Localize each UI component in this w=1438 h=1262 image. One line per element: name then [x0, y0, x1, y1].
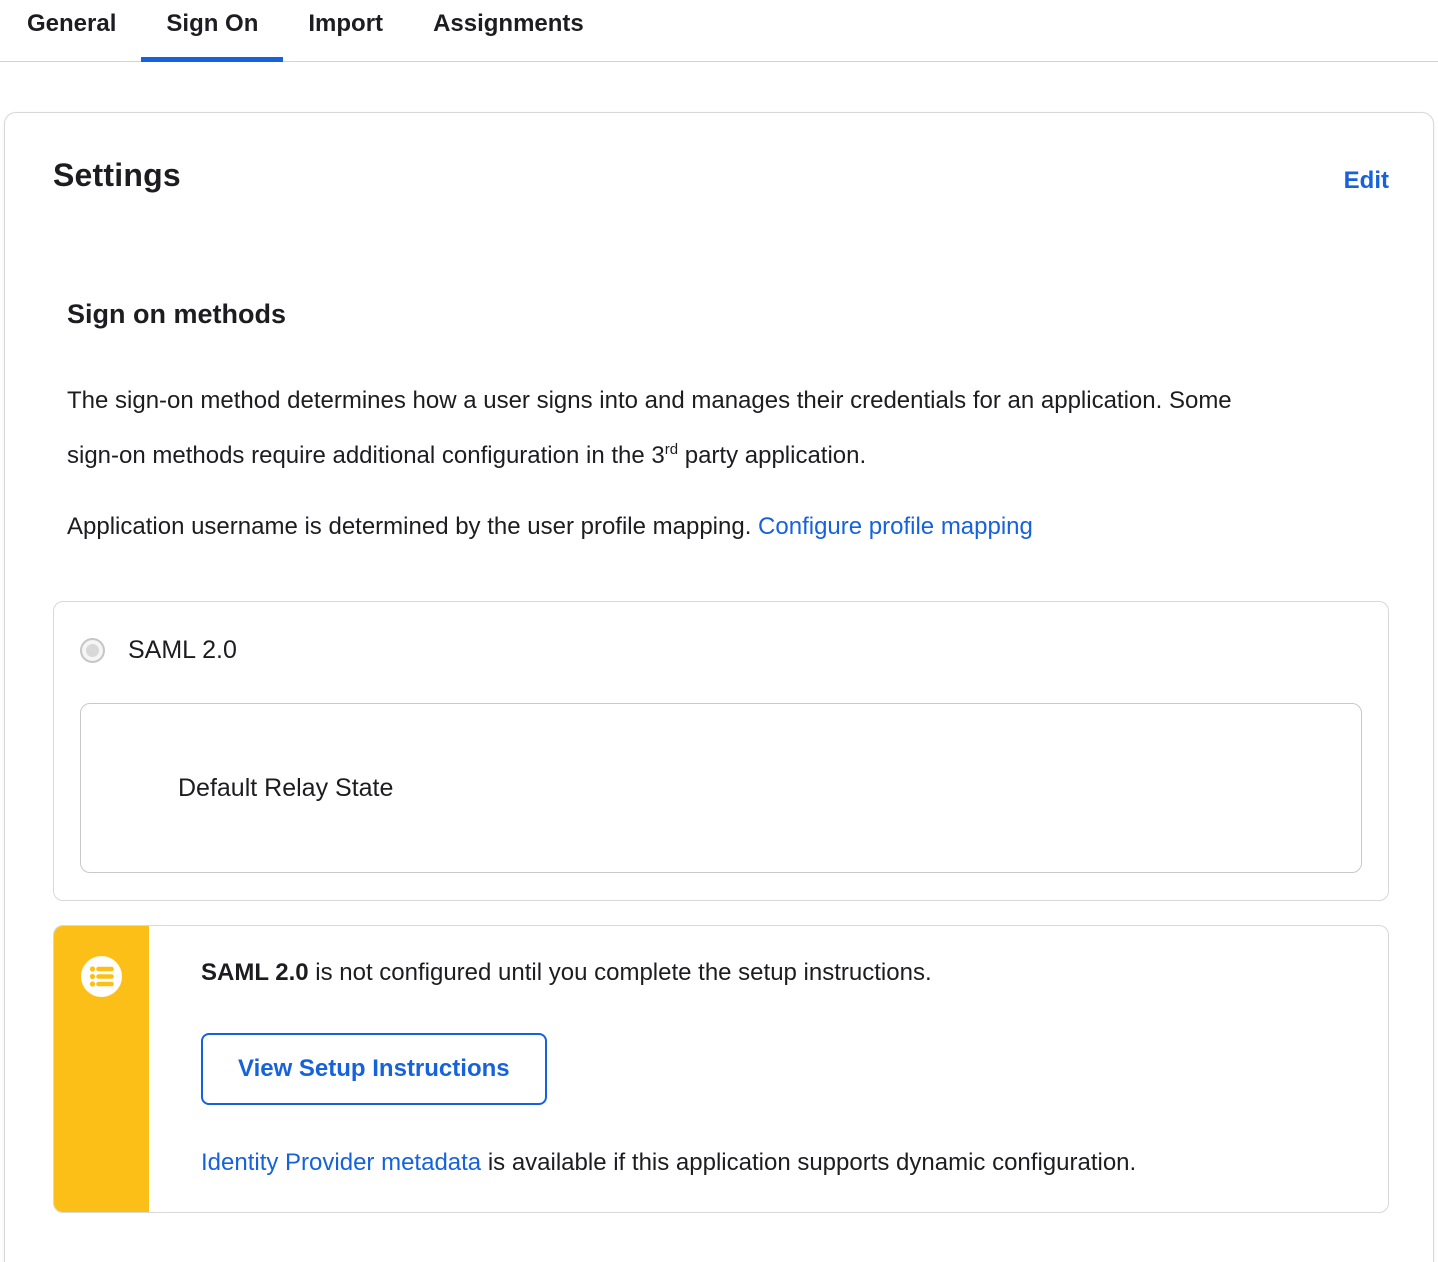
sign-on-methods-description: The sign-on method determines how a user… [67, 376, 1252, 480]
app-tab-bar: General Sign On Import Assignments [0, 0, 1438, 62]
saml-radio-button[interactable] [80, 638, 105, 663]
view-setup-instructions-button[interactable]: View Setup Instructions [201, 1033, 547, 1105]
warning-message-bold: SAML 2.0 [201, 959, 309, 986]
metadata-note: Identity Provider metadata is available … [201, 1149, 1348, 1177]
tab-general[interactable]: General [2, 0, 141, 62]
configure-profile-mapping-link[interactable]: Configure profile mapping [758, 513, 1033, 540]
tab-sign-on[interactable]: Sign On [141, 0, 284, 62]
sign-on-methods-heading: Sign on methods [67, 299, 286, 329]
default-relay-state-field: Default Relay State [80, 703, 1362, 873]
metadata-note-rest: is available if this application support… [481, 1149, 1137, 1176]
tab-assignments[interactable]: Assignments [408, 0, 609, 62]
saml-radio-label: SAML 2.0 [128, 636, 237, 664]
default-relay-state-label: Default Relay State [178, 773, 394, 802]
page-title: Settings [53, 157, 181, 193]
saml-radio-row: SAML 2.0 [80, 636, 1362, 665]
warning-message: SAML 2.0 is not configured until you com… [201, 959, 1348, 987]
saml-method-box: SAML 2.0 Default Relay State [53, 601, 1389, 901]
description-text: The sign-on method determines how a user… [67, 387, 1232, 469]
settings-card-header: Settings Edit [53, 157, 1389, 195]
warning-message-rest: is not configured until you complete the… [308, 959, 932, 986]
warning-content: SAML 2.0 is not configured until you com… [149, 926, 1388, 1212]
description-text-tail: party application. [678, 442, 867, 469]
saml-setup-warning-banner: SAML 2.0 is not configured until you com… [53, 925, 1389, 1213]
settings-card: Settings Edit Sign on methods The sign-o… [4, 112, 1434, 1262]
edit-link[interactable]: Edit [1344, 167, 1389, 195]
list-icon [81, 956, 122, 997]
username-note-text: Application username is determined by th… [67, 513, 759, 540]
tab-import[interactable]: Import [283, 0, 408, 62]
ordinal-superscript: rd [664, 441, 679, 458]
username-note: Application username is determined by th… [67, 502, 1252, 551]
warning-stripe [54, 926, 149, 1212]
identity-provider-metadata-link[interactable]: Identity Provider metadata [201, 1149, 481, 1176]
